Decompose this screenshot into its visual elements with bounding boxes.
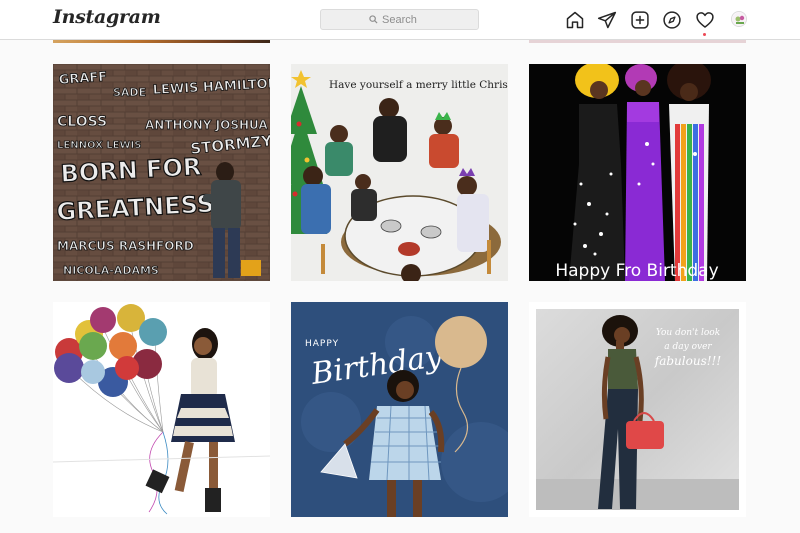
notification-dot xyxy=(703,33,706,36)
post-christmas[interactable]: Have yourself a merry little Christmas xyxy=(291,64,508,281)
search-icon xyxy=(369,15,378,24)
home-icon[interactable] xyxy=(565,10,585,30)
direct-icon[interactable] xyxy=(597,10,617,30)
graffiti-tag: MARCUS RASHFORD xyxy=(57,239,194,253)
post-fabulous[interactable]: You don't look a day over fabulous!!! xyxy=(529,302,746,517)
graffiti-tag: NICOLA-ADAMS xyxy=(63,264,159,277)
happy-label: HAPPY xyxy=(305,339,339,349)
previous-post-strip xyxy=(529,40,746,43)
explore-icon[interactable] xyxy=(662,10,682,30)
handbag-icon xyxy=(626,421,664,449)
post-balloons[interactable] xyxy=(53,302,270,517)
post-fro-birthday[interactable]: Happy Fro Birthday xyxy=(529,64,746,281)
fabulous-caption-1: You don't look xyxy=(656,328,720,338)
svg-text:ANTHONY JOSHUA: ANTHONY JOSHUA xyxy=(145,118,268,132)
search-box[interactable] xyxy=(320,9,479,30)
fabulous-caption-3: fabulous!!! xyxy=(654,354,722,368)
christmas-caption: Have yourself a merry little Christmas xyxy=(329,79,508,91)
search-input[interactable] xyxy=(382,13,430,26)
new-post-icon[interactable] xyxy=(630,10,650,30)
fabulous-caption-2: a day over xyxy=(664,342,712,352)
previous-post-strip xyxy=(53,40,270,43)
fro-birthday-caption: Happy Fro Birthday xyxy=(555,261,718,281)
avatar[interactable] xyxy=(731,11,747,27)
top-navigation-bar: Instagram xyxy=(0,0,800,40)
instagram-logo[interactable]: Instagram xyxy=(53,6,161,28)
svg-text:CLOSS: CLOSS xyxy=(57,114,107,130)
post-graffiti[interactable]: GRAFF SADE LEWIS HAMILTON CLOSS ANTHONY … xyxy=(53,64,270,281)
activity-icon[interactable] xyxy=(695,10,715,30)
post-happy-birthday[interactable]: HAPPY Birthday xyxy=(291,302,508,517)
svg-text:LENNOX LEWIS: LENNOX LEWIS xyxy=(57,140,141,151)
graffiti-tag: SADE xyxy=(113,86,146,99)
